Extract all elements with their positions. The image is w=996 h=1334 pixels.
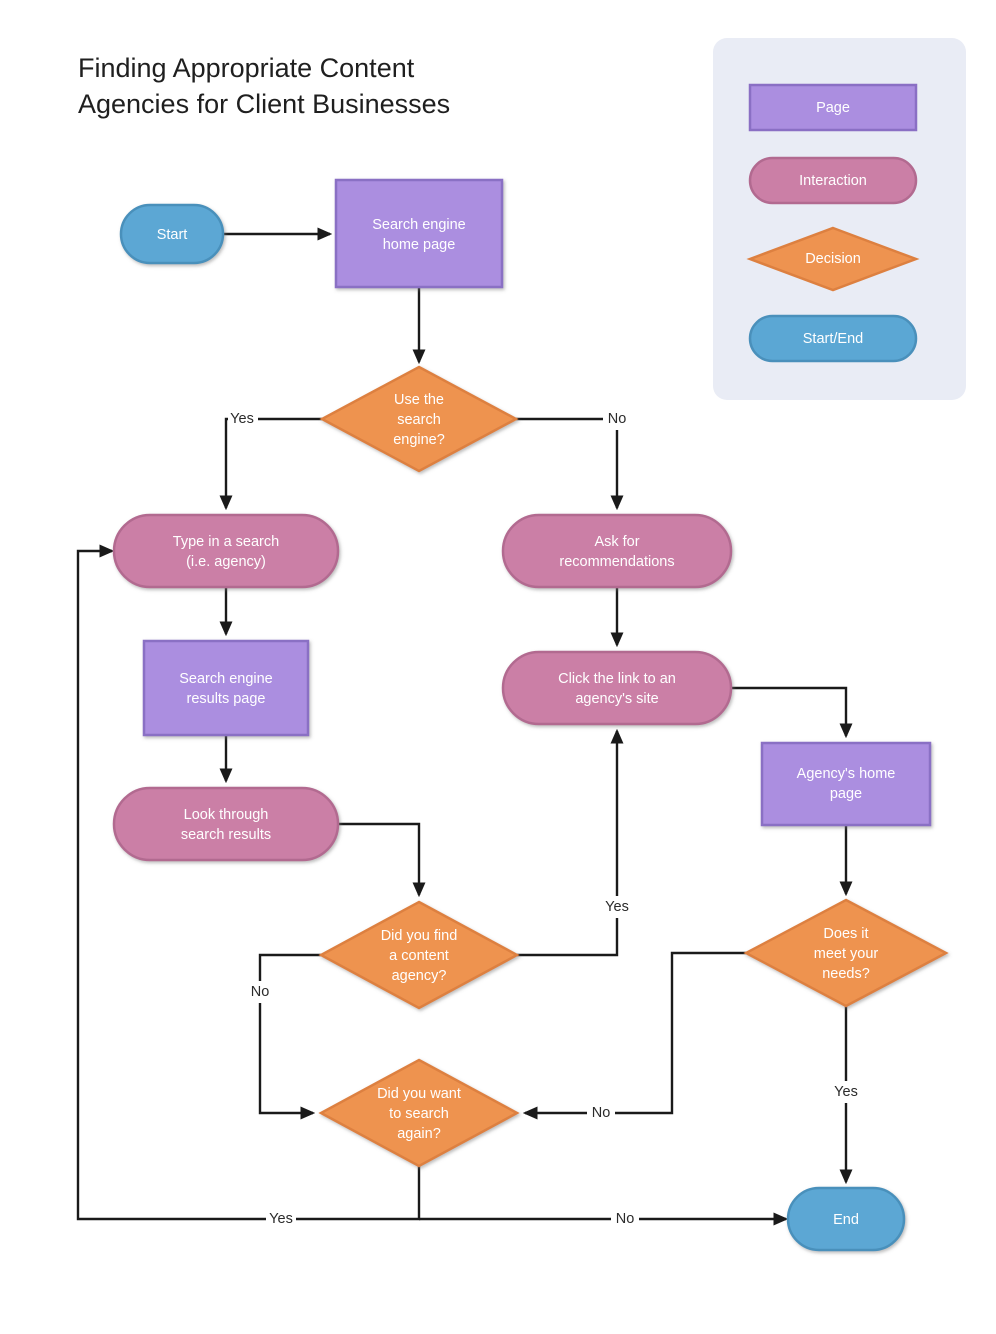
node-look-through-label-1: Look through <box>184 807 269 823</box>
node-click-the-link-to-agency-site[interactable]: Click the link to an agency's site <box>501 650 733 726</box>
legend-label-page: Page <box>816 100 850 116</box>
edge-label-meet-needs-no-top: No <box>592 1105 611 1121</box>
node-search-engine-results-page-shape[interactable] <box>142 639 310 737</box>
node-use-the-search-engine-label-3: engine? <box>393 432 445 448</box>
legend-item-terminal: Start/End <box>748 314 918 363</box>
legend-label-decision: Decision <box>805 251 861 267</box>
legend-label-terminal: Start/End <box>803 331 863 347</box>
node-did-you-find-label-2: a content <box>389 948 449 964</box>
node-did-you-find-label-1: Did you find <box>381 928 458 944</box>
node-search-engine-home-page-shape[interactable] <box>334 178 504 289</box>
node-search-engine-home-page[interactable]: Search engine home page <box>334 178 504 289</box>
node-start[interactable]: Start <box>119 203 225 265</box>
node-ask-for-recommendations-label-1: Ask for <box>594 534 639 550</box>
flowchart-canvas: Finding Appropriate Content Agencies for… <box>0 0 996 1334</box>
node-look-through-search-results-shape[interactable] <box>112 786 340 862</box>
node-search-engine-home-page-label-2: home page <box>383 237 456 253</box>
title-line-2: Agencies for Client Businesses <box>78 89 450 119</box>
node-meet-needs-label-2: meet your <box>814 946 879 962</box>
node-click-the-link-label-1: Click the link to an <box>558 671 676 687</box>
node-agency-home-page[interactable]: Agency's home page <box>760 741 932 827</box>
node-search-engine-results-page-label-2: results page <box>187 691 266 707</box>
legend-panel: Page Interaction Decision Start/End <box>713 38 966 400</box>
node-meet-needs-label-3: needs? <box>822 966 870 982</box>
node-search-again-label-3: again? <box>397 1126 441 1142</box>
node-ask-for-recommendations-shape[interactable] <box>501 513 733 589</box>
node-look-through-search-results[interactable]: Look through search results <box>112 786 340 862</box>
node-type-in-a-search-label-2: (i.e. agency) <box>186 554 266 570</box>
title-line-1: Finding Appropriate Content <box>78 53 415 83</box>
node-search-engine-home-page-label-1: Search engine <box>372 217 466 233</box>
legend-item-interaction: Interaction <box>748 156 918 205</box>
node-search-engine-results-page-label-1: Search engine <box>179 671 273 687</box>
node-ask-for-recommendations-label-2: recommendations <box>559 554 674 570</box>
node-agency-home-page-shape[interactable] <box>760 741 932 827</box>
node-type-in-a-search-label-1: Type in a search <box>173 534 279 550</box>
node-agency-home-page-label-2: page <box>830 786 862 802</box>
node-click-the-link-label-2: agency's site <box>575 691 658 707</box>
node-search-again-label-1: Did you want <box>377 1086 461 1102</box>
edge-label-meet-needs-yes-top: Yes <box>834 1084 858 1100</box>
edge-label-did-you-find-yes-top: Yes <box>605 899 629 915</box>
node-type-in-a-search-shape[interactable] <box>112 513 340 589</box>
edge-label-did-you-find-no-top: No <box>251 984 270 1000</box>
node-ask-for-recommendations[interactable]: Ask for recommendations <box>501 513 733 589</box>
node-did-you-find-label-3: agency? <box>392 968 447 984</box>
node-search-engine-results-page[interactable]: Search engine results page <box>142 639 310 737</box>
node-search-again-label-2: to search <box>389 1106 449 1122</box>
edge-label-use-search-yes-top: Yes <box>230 411 254 427</box>
node-use-the-search-engine-label-1: Use the <box>394 392 444 408</box>
node-meet-needs-label-1: Does it <box>823 926 868 942</box>
edge-label-search-again-no-top: No <box>616 1211 635 1227</box>
legend-item-page: Page <box>748 83 918 132</box>
edge-label-search-again-yes-top: Yes <box>269 1211 293 1227</box>
legend-label-interaction: Interaction <box>799 173 867 189</box>
node-use-the-search-engine-label-2: search <box>397 412 441 428</box>
node-click-the-link-shape[interactable] <box>501 650 733 726</box>
node-look-through-label-2: search results <box>181 827 271 843</box>
node-end-label: End <box>833 1212 859 1228</box>
node-start-label: Start <box>157 227 188 243</box>
node-end[interactable]: End <box>786 1186 906 1252</box>
node-agency-home-page-label-1: Agency's home <box>797 766 896 782</box>
edge-label-use-search-no-top: No <box>608 411 627 427</box>
node-type-in-a-search[interactable]: Type in a search (i.e. agency) <box>112 513 340 589</box>
